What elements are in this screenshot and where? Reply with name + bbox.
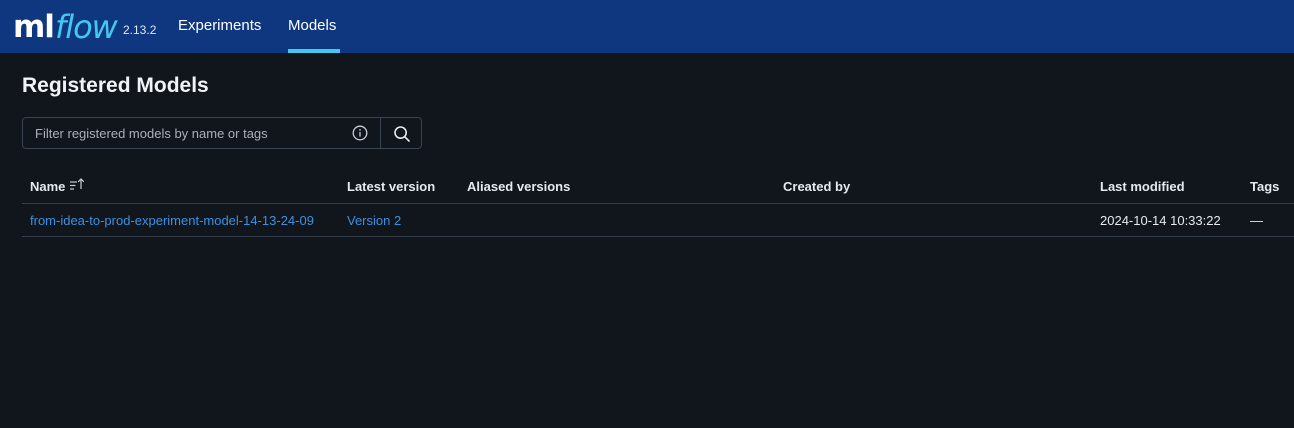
column-header-tags: Tags: [1250, 179, 1280, 194]
logo-flow-text: flow: [54, 8, 118, 46]
latest-version-link[interactable]: Version 2: [347, 213, 401, 228]
model-name-link[interactable]: from-idea-to-prod-experiment-model-14-13…: [30, 213, 314, 228]
search-input[interactable]: [23, 118, 345, 148]
info-icon[interactable]: [352, 125, 368, 141]
active-tab-indicator: [288, 49, 340, 53]
header-divider: [22, 203, 1294, 204]
page-title: Registered Models: [22, 74, 209, 97]
row-divider: [22, 236, 1294, 237]
column-header-last-modified: Last modified: [1100, 179, 1185, 194]
column-header-created-by: Created by: [783, 179, 851, 194]
search-button[interactable]: [380, 117, 422, 149]
column-header-name[interactable]: Name: [30, 179, 65, 194]
search-field: [22, 117, 381, 149]
version-label: 2.13.2: [123, 23, 157, 37]
sort-ascending-icon[interactable]: [69, 177, 85, 191]
column-header-latest-version: Latest version: [347, 179, 436, 194]
logo-ml-text: ml: [13, 9, 55, 45]
nav-tab-models[interactable]: Models: [288, 17, 336, 34]
top-navbar: ml flow 2.13.2 Experiments Models: [0, 0, 1294, 53]
nav-tab-experiments[interactable]: Experiments: [178, 17, 261, 34]
column-header-aliased-versions: Aliased versions: [467, 179, 571, 194]
mlflow-logo[interactable]: ml flow: [13, 2, 118, 46]
tags-cell: —: [1250, 213, 1263, 228]
search-icon: [394, 126, 410, 142]
last-modified-cell: 2024-10-14 10:33:22: [1100, 213, 1221, 228]
